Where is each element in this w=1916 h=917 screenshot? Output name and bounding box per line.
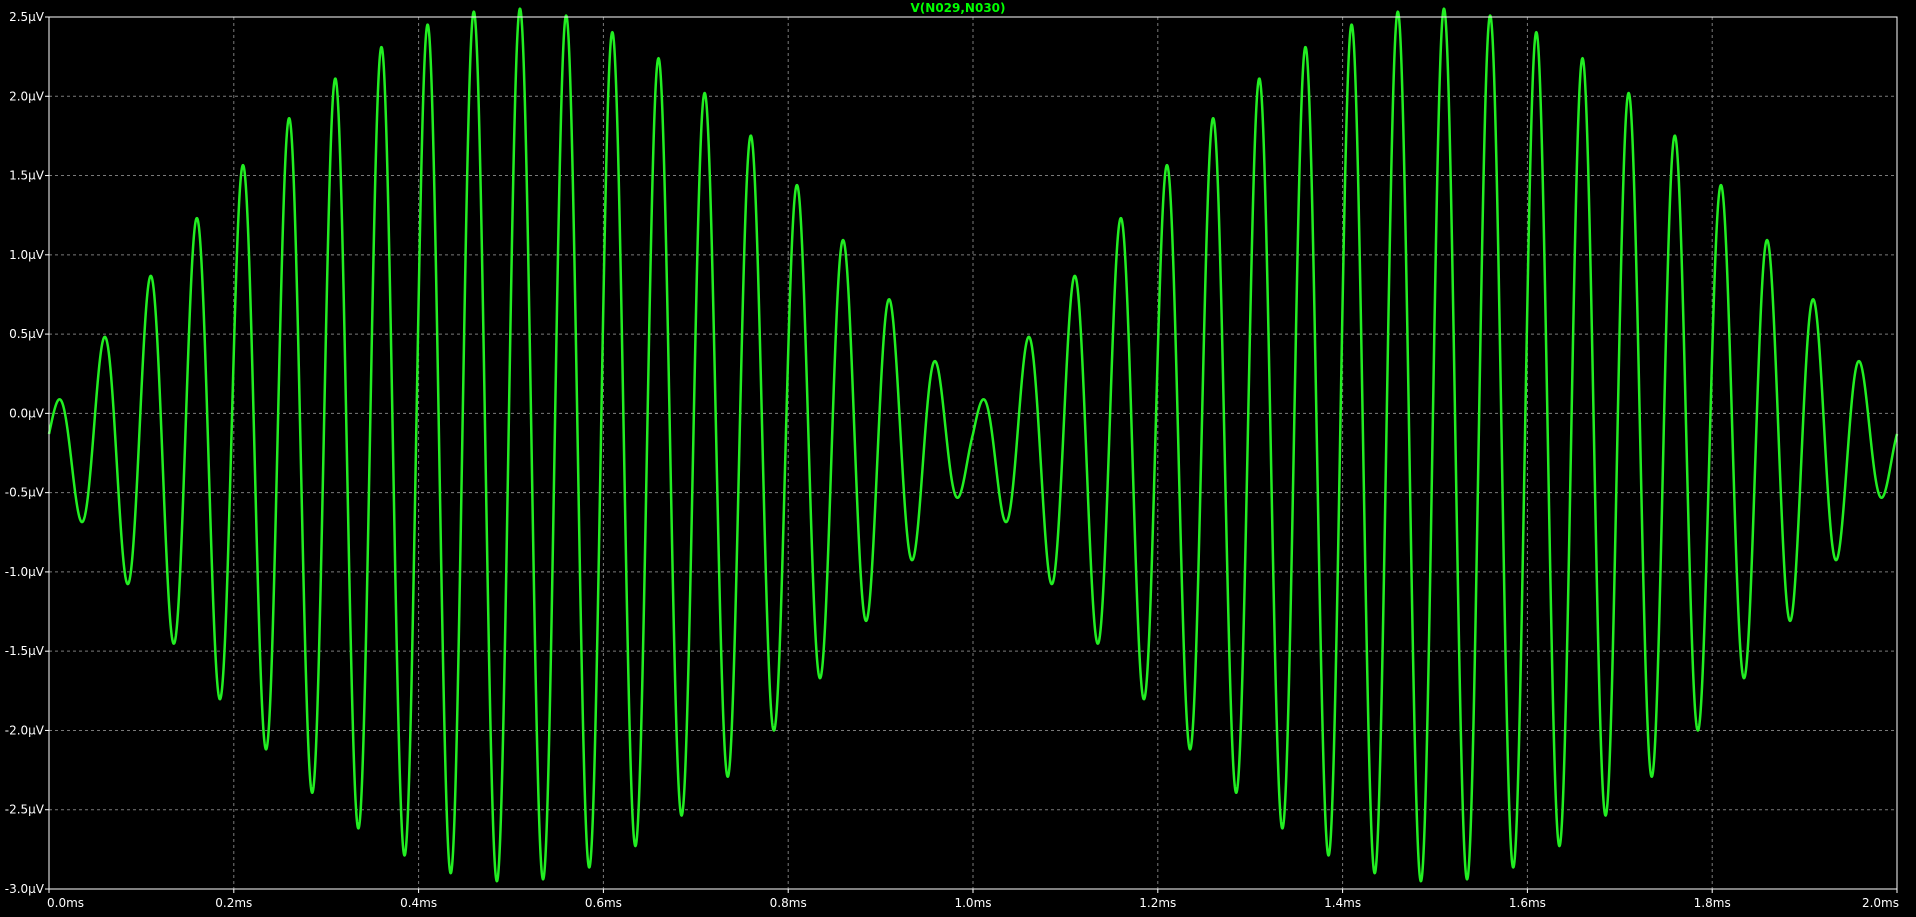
x-tick-label: 0.4ms <box>400 896 437 910</box>
y-tick-label: -1.5µV <box>5 644 45 658</box>
x-tick-label: 1.2ms <box>1139 896 1176 910</box>
x-tick-label: 0.6ms <box>585 896 622 910</box>
y-tick-label: -1.0µV <box>5 565 45 579</box>
waveform-plot[interactable]: V(N029,N030) 2.5µV 2.0µV 1.5µV 1.0µV 0.5µV 0.… <box>0 0 1916 917</box>
y-tick-label: 2.0µV <box>9 89 45 103</box>
x-tick-label: 1.0ms <box>954 896 991 910</box>
y-tick-label: -3.0µV <box>5 882 45 896</box>
x-tick-label: 0.0ms <box>47 896 84 910</box>
x-tick-label: 1.8ms <box>1694 896 1731 910</box>
y-tick-label: 0.0µV <box>9 406 45 420</box>
y-tick-label: 0.5µV <box>9 327 45 341</box>
y-tick-label: 1.0µV <box>9 248 45 262</box>
y-tick-label: -0.5µV <box>5 486 45 500</box>
x-tick-label: 2.0ms <box>1862 896 1899 910</box>
y-tick-label: 1.5µV <box>9 169 45 183</box>
x-tick-label: 0.8ms <box>770 896 807 910</box>
y-tick-label: 2.5µV <box>9 10 45 24</box>
x-tick-label: 0.2ms <box>215 896 252 910</box>
x-tick-label: 1.4ms <box>1324 896 1361 910</box>
trace-title[interactable]: V(N029,N030) <box>911 1 1006 15</box>
y-tick-label: -2.0µV <box>5 723 45 737</box>
y-tick-label: -2.5µV <box>5 803 45 817</box>
x-tick-label: 1.6ms <box>1509 896 1546 910</box>
